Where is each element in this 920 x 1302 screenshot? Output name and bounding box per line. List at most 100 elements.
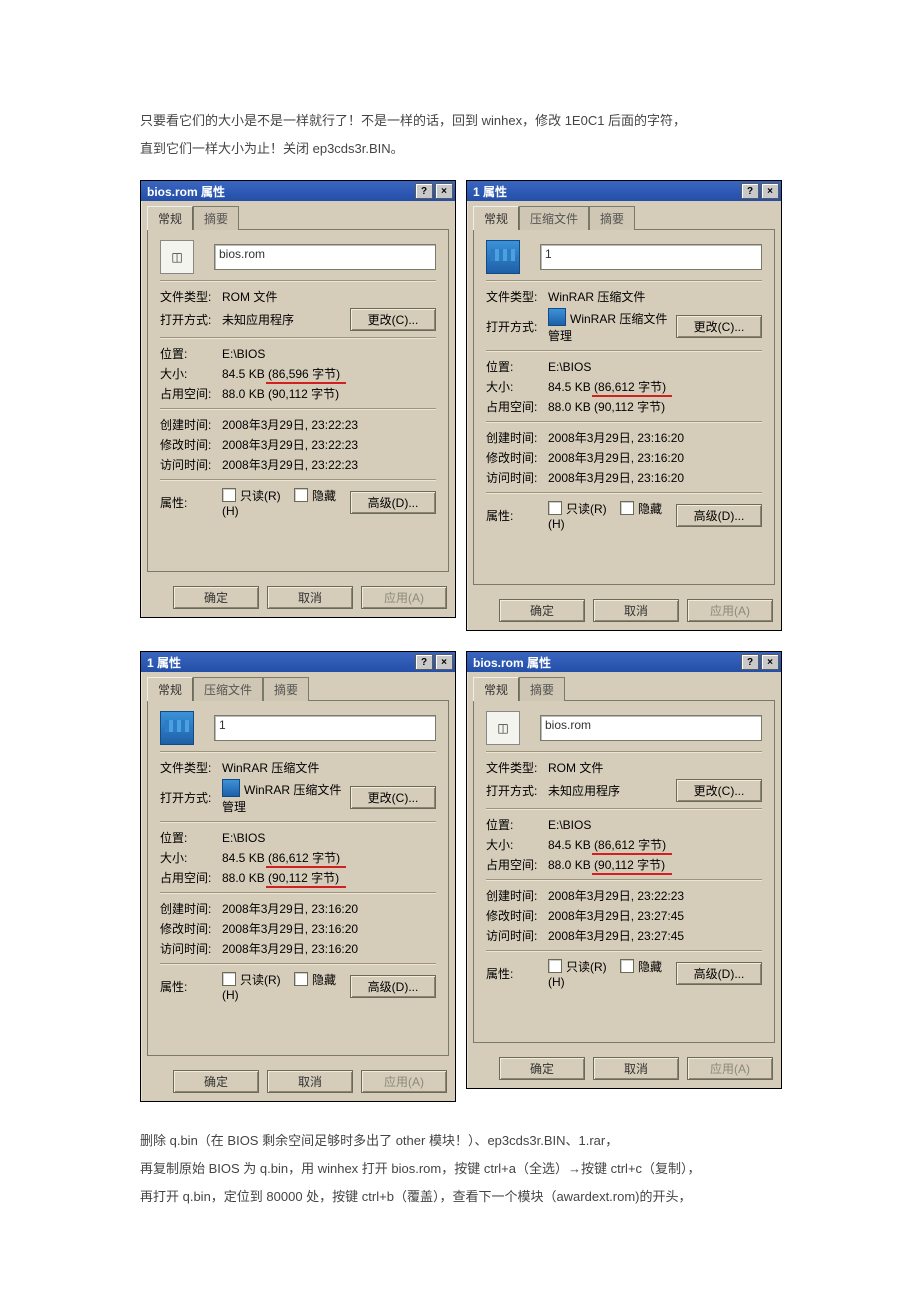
apply-button[interactable]: 应用(A) bbox=[361, 1070, 447, 1093]
value-file-type: WinRAR 压缩文件 bbox=[548, 288, 762, 305]
change-button[interactable]: 更改(C)... bbox=[350, 786, 436, 809]
label-attributes: 属性: bbox=[486, 965, 548, 982]
filename-input[interactable]: bios.rom bbox=[214, 244, 436, 270]
tab-general[interactable]: 常规 bbox=[473, 206, 519, 230]
intro-line-1: 只要看它们的大小是不是一样就行了！不是一样的话，回到 winhex，修改 1E0… bbox=[140, 110, 780, 132]
outro-line-3: 再打开 q.bin，定位到 80000 处，按键 ctrl+b（覆盖），查看下一… bbox=[140, 1186, 780, 1208]
value-file-type: ROM 文件 bbox=[548, 759, 762, 776]
label-created: 创建时间: bbox=[160, 416, 222, 433]
label-file-type: 文件类型: bbox=[160, 288, 222, 305]
label-attributes: 属性: bbox=[160, 978, 222, 995]
value-size: 84.5 KB (86,612 字节) bbox=[548, 836, 762, 853]
readonly-checkbox[interactable] bbox=[548, 501, 562, 515]
label-accessed: 访问时间: bbox=[486, 469, 548, 486]
tab-general[interactable]: 常规 bbox=[147, 206, 193, 230]
advanced-button[interactable]: 高级(D)... bbox=[676, 504, 762, 527]
ok-button[interactable]: 确定 bbox=[173, 586, 259, 609]
close-button[interactable]: × bbox=[761, 654, 779, 670]
rar-icon bbox=[160, 711, 194, 745]
winrar-icon bbox=[548, 308, 566, 326]
help-button[interactable]: ? bbox=[415, 654, 433, 670]
ok-button[interactable]: 确定 bbox=[499, 599, 585, 622]
value-size-on-disk: 88.0 KB (90,112 字节) bbox=[222, 869, 436, 886]
tab-general[interactable]: 常规 bbox=[147, 677, 193, 701]
value-open-with: WinRAR 压缩文件管理 bbox=[548, 308, 676, 344]
apply-button[interactable]: 应用(A) bbox=[361, 586, 447, 609]
readonly-label: 只读(R) bbox=[566, 502, 607, 516]
help-button[interactable]: ? bbox=[741, 183, 759, 199]
help-button[interactable]: ? bbox=[415, 183, 433, 199]
cancel-button[interactable]: 取消 bbox=[593, 599, 679, 622]
ok-button[interactable]: 确定 bbox=[173, 1070, 259, 1093]
change-button[interactable]: 更改(C)... bbox=[676, 779, 762, 802]
file-icon: ◫ bbox=[160, 240, 194, 274]
label-open-with: 打开方式: bbox=[160, 789, 222, 806]
tab-summary[interactable]: 摘要 bbox=[519, 677, 565, 701]
filename-input[interactable]: 1 bbox=[214, 715, 436, 741]
advanced-button[interactable]: 高级(D)... bbox=[350, 975, 436, 998]
value-size-on-disk: 88.0 KB (90,112 字节) bbox=[548, 398, 762, 415]
help-button[interactable]: ? bbox=[741, 654, 759, 670]
value-modified: 2008年3月29日, 23:16:20 bbox=[222, 920, 436, 937]
value-size-on-disk: 88.0 KB (90,112 字节) bbox=[222, 385, 436, 402]
value-accessed: 2008年3月29日, 23:16:20 bbox=[548, 469, 762, 486]
label-size-on-disk: 占用空间: bbox=[486, 856, 548, 873]
label-open-with: 打开方式: bbox=[486, 318, 548, 335]
readonly-checkbox[interactable] bbox=[548, 959, 562, 973]
label-created: 创建时间: bbox=[160, 900, 222, 917]
label-created: 创建时间: bbox=[486, 429, 548, 446]
hidden-checkbox[interactable] bbox=[620, 501, 634, 515]
filename-input[interactable]: bios.rom bbox=[540, 715, 762, 741]
filename-input[interactable]: 1 bbox=[540, 244, 762, 270]
readonly-label: 只读(R) bbox=[566, 960, 607, 974]
hidden-checkbox[interactable] bbox=[294, 972, 308, 986]
properties-dialog-bios-a: bios.rom 属性 ? × 常规 摘要 ◫ bios.rom 文件类型:RO… bbox=[140, 180, 456, 618]
cancel-button[interactable]: 取消 bbox=[267, 1070, 353, 1093]
cancel-button[interactable]: 取消 bbox=[267, 586, 353, 609]
label-modified: 修改时间: bbox=[486, 907, 548, 924]
change-button[interactable]: 更改(C)... bbox=[350, 308, 436, 331]
close-button[interactable]: × bbox=[435, 654, 453, 670]
tab-summary[interactable]: 摘要 bbox=[263, 677, 309, 701]
label-size: 大小: bbox=[160, 849, 222, 866]
hidden-checkbox[interactable] bbox=[620, 959, 634, 973]
apply-button[interactable]: 应用(A) bbox=[687, 1057, 773, 1080]
value-file-type: ROM 文件 bbox=[222, 288, 436, 305]
value-location: E:\BIOS bbox=[548, 818, 762, 832]
value-modified: 2008年3月29日, 23:27:45 bbox=[548, 907, 762, 924]
readonly-checkbox[interactable] bbox=[222, 488, 236, 502]
readonly-label: 只读(R) bbox=[240, 973, 281, 987]
label-size: 大小: bbox=[486, 378, 548, 395]
value-accessed: 2008年3月29日, 23:16:20 bbox=[222, 940, 436, 957]
tab-summary[interactable]: 摘要 bbox=[589, 206, 635, 230]
tab-general[interactable]: 常规 bbox=[473, 677, 519, 701]
tab-summary[interactable]: 摘要 bbox=[193, 206, 239, 230]
label-location: 位置: bbox=[160, 345, 222, 362]
label-modified: 修改时间: bbox=[160, 436, 222, 453]
close-button[interactable]: × bbox=[761, 183, 779, 199]
cancel-button[interactable]: 取消 bbox=[593, 1057, 679, 1080]
dialog-title: 1 属性 bbox=[147, 654, 181, 671]
label-open-with: 打开方式: bbox=[160, 311, 222, 328]
apply-button[interactable]: 应用(A) bbox=[687, 599, 773, 622]
ok-button[interactable]: 确定 bbox=[499, 1057, 585, 1080]
advanced-button[interactable]: 高级(D)... bbox=[676, 962, 762, 985]
dialog-title: 1 属性 bbox=[473, 183, 507, 200]
label-file-type: 文件类型: bbox=[160, 759, 222, 776]
label-open-with: 打开方式: bbox=[486, 782, 548, 799]
properties-dialog-bios-d: bios.rom 属性 ? × 常规 摘要 ◫ bios.rom 文件类型:RO… bbox=[466, 651, 782, 1089]
tab-archive[interactable]: 压缩文件 bbox=[193, 677, 263, 701]
properties-dialog-rar-b: 1 属性 ? × 常规 压缩文件 摘要 1 文件类型:WinRAR 压 bbox=[466, 180, 782, 631]
tab-archive[interactable]: 压缩文件 bbox=[519, 206, 589, 230]
label-file-type: 文件类型: bbox=[486, 759, 548, 776]
close-button[interactable]: × bbox=[435, 183, 453, 199]
change-button[interactable]: 更改(C)... bbox=[676, 315, 762, 338]
value-size: 84.5 KB (86,612 字节) bbox=[548, 378, 762, 395]
readonly-checkbox[interactable] bbox=[222, 972, 236, 986]
advanced-button[interactable]: 高级(D)... bbox=[350, 491, 436, 514]
file-icon: ◫ bbox=[486, 711, 520, 745]
outro-line-1: 删除 q.bin（在 BIOS 剩余空间足够时多出了 other 模块！）、ep… bbox=[140, 1130, 780, 1152]
hidden-checkbox[interactable] bbox=[294, 488, 308, 502]
label-size-on-disk: 占用空间: bbox=[160, 869, 222, 886]
value-size: 84.5 KB (86,612 字节) bbox=[222, 849, 436, 866]
